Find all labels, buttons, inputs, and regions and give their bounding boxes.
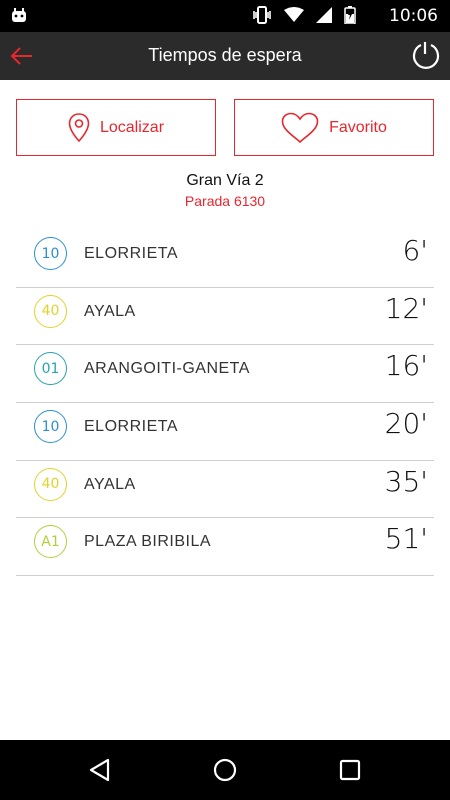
destination: AYALA [84,302,136,320]
stop-code: Parada 6130 [184,193,266,209]
wait-time: 6' [402,234,428,267]
arrival-row[interactable]: 10 ELORRIETA 6' [16,230,434,288]
home-circle-icon[interactable] [211,756,239,784]
arrival-row[interactable]: A1 PLAZA BIRIBILA 51' [16,518,434,577]
back-triangle-icon[interactable] [86,756,114,784]
destination: PLAZA BIRIBILA [84,533,212,551]
signal-icon [316,7,332,23]
refresh-icon[interactable] [410,40,442,72]
line-badge: 01 [34,352,67,386]
page-title: Tiempos de espera [148,45,302,65]
stop-name: Gran Vía 2 [186,172,264,189]
battery-icon [344,6,356,24]
action-buttons: Localizar Favorito [16,99,434,156]
vibrate-icon [253,6,271,24]
arrival-row[interactable]: 10 ELORRIETA 20' [16,403,434,461]
line-badge: 40 [34,467,67,501]
heart-icon [281,112,319,143]
destination: AYALA [84,475,136,493]
favorite-button-label: Favorito [329,118,387,136]
destination: ARANGOITI-GANETA [84,360,250,378]
arrival-row[interactable]: 01 ARANGOITI-GANETA 16' [16,345,434,404]
android-notification-icon [12,8,26,22]
wait-time: 12' [384,291,428,325]
app-bar: Tiempos de espera [0,32,450,80]
destination: ELORRIETA [84,245,178,262]
wifi-icon [284,7,304,22]
wait-time: 16' [384,349,428,383]
stop-info: Gran Vía 2 Parada 6130 [0,172,450,209]
status-time: 10:06 [389,6,438,26]
arrival-row[interactable]: 40 AYALA 35' [16,461,434,519]
status-bar: 10:06 [0,0,450,32]
map-pin-icon [68,112,90,142]
wait-time: 35' [384,464,428,498]
line-badge: 10 [34,237,67,270]
favorite-button[interactable]: Favorito [234,99,434,156]
recents-square-icon[interactable] [336,756,364,784]
system-navigation-bar [0,740,450,800]
wait-time: 51' [384,522,428,556]
arrival-row[interactable]: 40 AYALA 12' [16,288,434,346]
wait-time: 20' [384,407,428,441]
destination: ELORRIETA [84,418,178,436]
line-badge: A1 [34,525,67,559]
line-badge: 10 [34,410,67,444]
locate-button[interactable]: Localizar [16,99,216,156]
arrivals-list: 10 ELORRIETA 6' 40 AYALA 12' 01 ARANGOIT… [16,230,434,577]
line-badge: 40 [34,294,67,328]
locate-button-label: Localizar [99,118,165,136]
